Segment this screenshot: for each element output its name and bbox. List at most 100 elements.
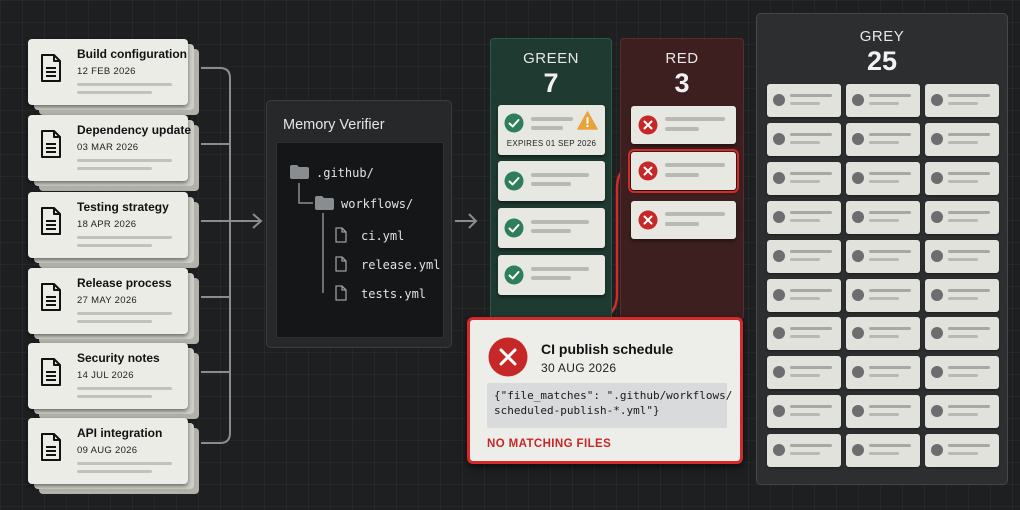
grey-card[interactable] (925, 434, 999, 468)
placeholder-line (948, 140, 978, 144)
placeholder-line (869, 218, 899, 222)
placeholder-line (948, 249, 990, 253)
memory-card-face: Dependency update 03 MAR 2026 (28, 115, 191, 181)
placeholder-line (790, 102, 820, 105)
failure-detail-card[interactable]: CI publish schedule 30 AUG 2026 {"file_m… (467, 317, 743, 464)
grey-count: 25 (866, 46, 898, 76)
grey-card[interactable] (925, 84, 999, 117)
status-dot (931, 94, 943, 106)
status-dot (931, 171, 943, 184)
memory-card[interactable]: API integration 09 AUG 2026 (28, 418, 199, 494)
grey-card[interactable] (925, 356, 999, 390)
placeholder-line (790, 444, 832, 448)
memory-card[interactable]: Release process 27 MAY 2026 (28, 268, 199, 344)
placeholder-line (790, 335, 820, 339)
tree-folder-github[interactable]: .github/ (316, 166, 374, 180)
placeholder-line (531, 229, 571, 233)
verifier-title: Memory Verifier (283, 117, 385, 133)
grey-card[interactable] (767, 122, 841, 156)
green-card[interactable] (498, 255, 605, 295)
grey-card[interactable] (846, 317, 920, 351)
detail-title: CI publish schedule (541, 341, 674, 357)
grey-card[interactable] (925, 278, 999, 312)
grey-card[interactable] (846, 239, 920, 273)
memory-date: 27 MAY 2026 (77, 295, 137, 306)
placeholder-line (790, 374, 820, 378)
placeholder-line (665, 173, 699, 177)
grey-card[interactable] (767, 200, 841, 234)
memory-date: 09 AUG 2026 (77, 445, 138, 456)
grey-card[interactable] (846, 356, 920, 390)
file-tree: .github/ workflows/ ci.yml release.yml t… (276, 142, 444, 338)
grey-card[interactable] (925, 161, 999, 195)
grey-card[interactable] (846, 122, 920, 156)
grey-card[interactable] (767, 84, 841, 117)
placeholder-line (665, 163, 725, 167)
document-icon (41, 283, 61, 311)
grey-card[interactable] (925, 122, 999, 156)
status-dot (773, 210, 785, 223)
placeholder-line (869, 132, 911, 136)
placeholder-line (948, 288, 990, 292)
grey-card[interactable] (767, 434, 841, 468)
memory-card-face: API integration 09 AUG 2026 (28, 418, 188, 484)
grey-card[interactable] (846, 84, 920, 117)
placeholder-line (77, 167, 152, 170)
tree-branch (322, 213, 324, 293)
placeholder-line (531, 117, 573, 121)
document-icon (41, 207, 61, 235)
grey-card[interactable] (767, 161, 841, 195)
tree-file-ci[interactable]: ci.yml (361, 229, 404, 243)
grey-card[interactable] (767, 278, 841, 312)
grey-card[interactable] (767, 239, 841, 273)
grey-card[interactable] (925, 317, 999, 351)
placeholder-line (790, 327, 832, 331)
check-circle-icon (504, 218, 524, 238)
grey-card[interactable] (767, 356, 841, 390)
green-card[interactable] (498, 161, 605, 201)
red-card[interactable] (631, 106, 736, 144)
placeholder-line (869, 179, 899, 183)
green-card-expiring[interactable]: EXPIRES 01 SEP 2026 (498, 105, 605, 155)
placeholder-line (77, 320, 152, 323)
grey-card[interactable] (846, 434, 920, 468)
placeholder-line (790, 218, 820, 222)
status-dot (852, 444, 864, 457)
grey-card[interactable] (767, 395, 841, 429)
placeholder-line (790, 288, 832, 292)
status-dot (931, 444, 943, 457)
grey-card[interactable] (846, 395, 920, 429)
memory-card-face: Testing strategy 18 APR 2026 (28, 192, 188, 258)
green-card[interactable] (498, 208, 605, 248)
x-circle-icon (638, 210, 658, 230)
status-dot (773, 132, 785, 145)
grey-card[interactable] (925, 239, 999, 273)
grey-card[interactable] (846, 278, 920, 312)
red-card-highlighted[interactable] (628, 149, 739, 193)
tree-file-tests[interactable]: tests.yml (361, 287, 426, 301)
placeholder-line (77, 387, 172, 390)
file-icon (335, 227, 347, 243)
placeholder-line (77, 236, 172, 239)
memory-card[interactable]: Build configuration 12 FEB 2026 (28, 39, 199, 115)
grey-card[interactable] (925, 200, 999, 234)
memory-card[interactable]: Testing strategy 18 APR 2026 (28, 192, 199, 268)
memory-title: Build configuration (77, 47, 187, 61)
status-dot (773, 249, 785, 262)
placeholder-line (531, 126, 563, 130)
grey-card[interactable] (846, 200, 920, 234)
tree-file-release[interactable]: release.yml (361, 258, 440, 272)
memory-card[interactable]: Security notes 14 JUL 2026 (28, 343, 199, 419)
placeholder-line (790, 179, 820, 183)
grey-label: GREY (859, 28, 905, 45)
status-dot (852, 249, 864, 262)
grey-card[interactable] (767, 317, 841, 351)
grey-card[interactable] (846, 161, 920, 195)
placeholder-line (869, 94, 911, 97)
placeholder-line (77, 91, 152, 94)
red-card[interactable] (631, 201, 736, 239)
file-icon (335, 285, 347, 301)
grey-card[interactable] (925, 395, 999, 429)
memory-card[interactable]: Dependency update 03 MAR 2026 (28, 115, 199, 191)
tree-folder-workflows[interactable]: workflows/ (341, 197, 413, 211)
